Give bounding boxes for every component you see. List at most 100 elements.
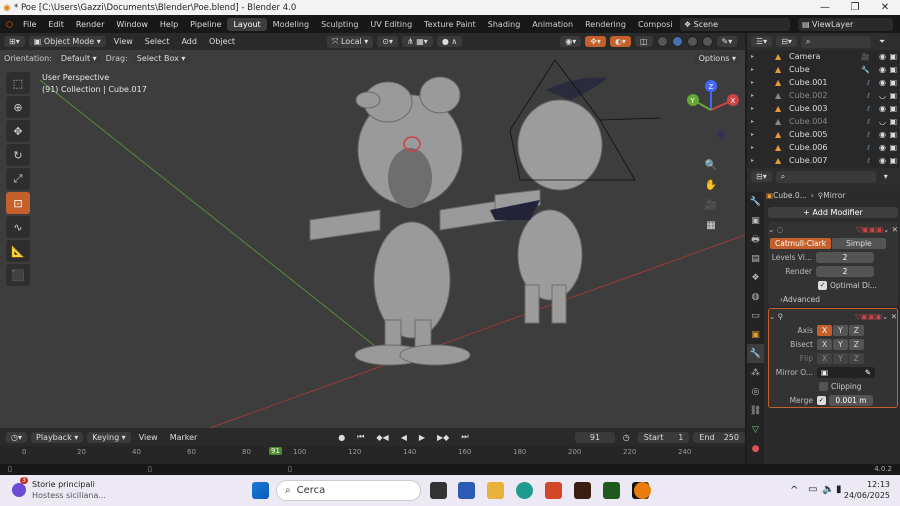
bisect-z-toggle[interactable]: Z [848,338,864,350]
cursor-tool-icon[interactable]: ⊕ [6,96,30,118]
outliner-row[interactable]: ▸ ▲ Cube.002 ℓ ◡ ▣ [747,89,900,102]
move-tool-icon[interactable]: ✥ [6,120,30,142]
blender-menu-icon[interactable]: ⬡ [0,20,17,29]
menu-view[interactable]: View [110,36,137,47]
proportional-icon[interactable]: ● ∧ [436,36,463,47]
properties-search-input[interactable]: ⌕ [775,170,876,183]
jump-end-icon[interactable]: ⏭ [457,431,472,443]
clock-icon[interactable]: ◷ [619,432,634,443]
taskbar-search[interactable]: ⌕ Cerca [276,480,421,501]
overlay-toggle-icon[interactable]: ◐▾ [609,36,631,47]
expand-icon[interactable]: ▸ [751,144,754,151]
prev-key-icon[interactable]: ◆◀ [372,432,392,443]
render-icon[interactable]: ▣ [889,130,897,139]
play-reverse-icon[interactable]: ◀ [397,432,411,443]
constraints-tab-icon[interactable]: ⛓ [747,401,764,420]
pivot-icon[interactable]: ⊙▾ [377,36,398,47]
snap-icon[interactable]: ⋔ ▦▾ [402,36,433,47]
render-tab-icon[interactable]: ▣ [747,211,764,230]
visibility-icon[interactable]: ◉▾ [560,36,582,47]
menu-pipeline[interactable]: Pipeline [184,20,227,29]
news-widget[interactable]: 3 Storie principali Hostess siciliana... [12,477,106,501]
expand-icon[interactable]: ▸ [751,118,754,125]
current-frame-field[interactable]: 91 [575,431,615,443]
outliner-funnel-icon[interactable]: ⏷ [875,36,889,48]
clipping-checkbox[interactable]: ✓ [819,381,828,391]
office-icon[interactable] [545,482,562,499]
eye-icon[interactable]: ◉ [879,78,886,87]
maximize-button[interactable]: ❐ [840,2,870,13]
annotate-tool-icon[interactable]: ∿ [6,216,30,238]
render-icon[interactable]: ▣ [889,78,897,87]
menu-help[interactable]: Help [154,20,184,29]
levels-field[interactable]: 2 [816,251,874,263]
expand-icon[interactable]: ▸ [751,92,754,99]
pin-icon[interactable]: ▾ [880,171,892,182]
tab-layout[interactable]: Layout [227,17,267,31]
menu-edit[interactable]: Edit [42,20,70,29]
play-icon[interactable]: ▶ [415,432,429,443]
outliner-row[interactable]: ▸ ▲ Cube.007 ℓ ◉ ▣ [747,154,900,167]
playhead-marker[interactable]: 91 [269,447,282,455]
merge-field[interactable]: 0.001 m [829,394,873,406]
mirror-header[interactable]: ⌄ ⚲ ▽▣▣▣ ⌄ ✕ [769,309,897,323]
subsurf-header[interactable]: ⌄ ◌ ▽▣▣▣ ⌄ ✕ [768,222,898,236]
next-key-icon[interactable]: ▶◆ [433,432,453,443]
render-icon[interactable]: ▣ [889,117,897,126]
view-layer-tab-icon[interactable]: ▤ [747,249,764,268]
render-field[interactable]: 2 [816,265,874,277]
navigation-gizmo[interactable]: X Z Y 🔍 ✋ 🎥 ▦ [681,80,741,231]
taskbar-clock[interactable]: 12:13 24/06/2025 [844,479,890,501]
outliner-search-input[interactable]: ⌕ [800,35,871,48]
menu-window[interactable]: Window [110,20,154,29]
optimal-checkbox[interactable]: ✓ [818,280,827,290]
tab-animation[interactable]: Animation [526,18,579,31]
outliner-row[interactable]: ▸ ▲ Cube 🔧 ◉ ▣ [747,63,900,76]
orientation-dropdown[interactable]: Default ▾ [55,52,102,64]
menu-add[interactable]: Add [177,36,201,47]
expand-icon[interactable]: ▸ [751,79,754,86]
bisect-x-toggle[interactable]: X [817,338,833,350]
eye-icon[interactable]: ◉ [879,143,886,152]
add-modifier-button[interactable]: + Add Modifier [768,207,898,218]
outliner-row[interactable]: ▸ ▲ Cube.003 ℓ ◉ ▣ [747,102,900,115]
merge-checkbox[interactable]: ✓ [817,395,826,405]
camera-view-icon[interactable]: 🎥 [702,196,720,214]
render-icon[interactable]: ▣ [889,104,897,113]
object-tab-icon[interactable]: ▣ [747,325,764,344]
transform-tool-icon[interactable]: ⊡ [6,192,30,214]
expand-icon[interactable]: ▸ [751,53,754,60]
collection-tab-icon[interactable]: ▭ [747,306,764,325]
network-icon[interactable]: ▭ [808,484,817,495]
outliner-row[interactable]: ▸ ▲ Cube.001 ℓ ◉ ▣ [747,76,900,89]
pan-hand-icon[interactable]: ✋ [702,176,720,194]
zoom-icon[interactable]: 🔍 [702,156,720,174]
data-tab-icon[interactable]: ▽ [747,420,764,439]
collapse-icon[interactable]: ⌄ ◌ [768,225,783,234]
modifier-tab-icon[interactable]: 🔧 [747,344,764,363]
menu-select[interactable]: Select [141,36,174,47]
subsurf-menu-icon[interactable]: ⌄ ✕ [883,225,898,234]
outliner-filter-icon[interactable]: ⊟▾ [776,36,797,47]
eye-icon[interactable]: ◉ [879,65,886,74]
record-icon[interactable]: ● [334,432,349,443]
minimize-button[interactable]: — [810,2,840,13]
tab-compositing[interactable]: Compositing [632,18,672,31]
render-icon[interactable]: ▣ [889,91,897,100]
menu-object[interactable]: Object [205,36,239,47]
scene-selector[interactable]: ❖ Scene [679,17,790,31]
shading-wireframe-icon[interactable] [656,36,668,47]
scene-tab-icon[interactable]: ❖ [747,268,764,287]
playback-menu[interactable]: Playback ▾ [31,431,84,443]
file-explorer-icon[interactable] [487,482,504,499]
add-cube-tool-icon[interactable]: ⬛ [6,264,30,286]
start-frame-field[interactable]: Start 1 [637,431,690,443]
transform-orientation[interactable]: ⤧ Local ▾ [327,35,374,48]
mode-selector[interactable]: ▣ Object Mode ▾ [28,36,106,47]
timeline-view-menu[interactable]: View [135,432,162,443]
ortho-grid-icon[interactable]: ▦ [702,216,720,234]
shading-solid-icon[interactable] [671,36,683,47]
expand-icon[interactable]: ▸ [751,105,754,112]
shading-rendered-icon[interactable] [701,36,713,47]
mirror-toggle-icons[interactable]: ▽▣▣▣ [855,312,882,321]
